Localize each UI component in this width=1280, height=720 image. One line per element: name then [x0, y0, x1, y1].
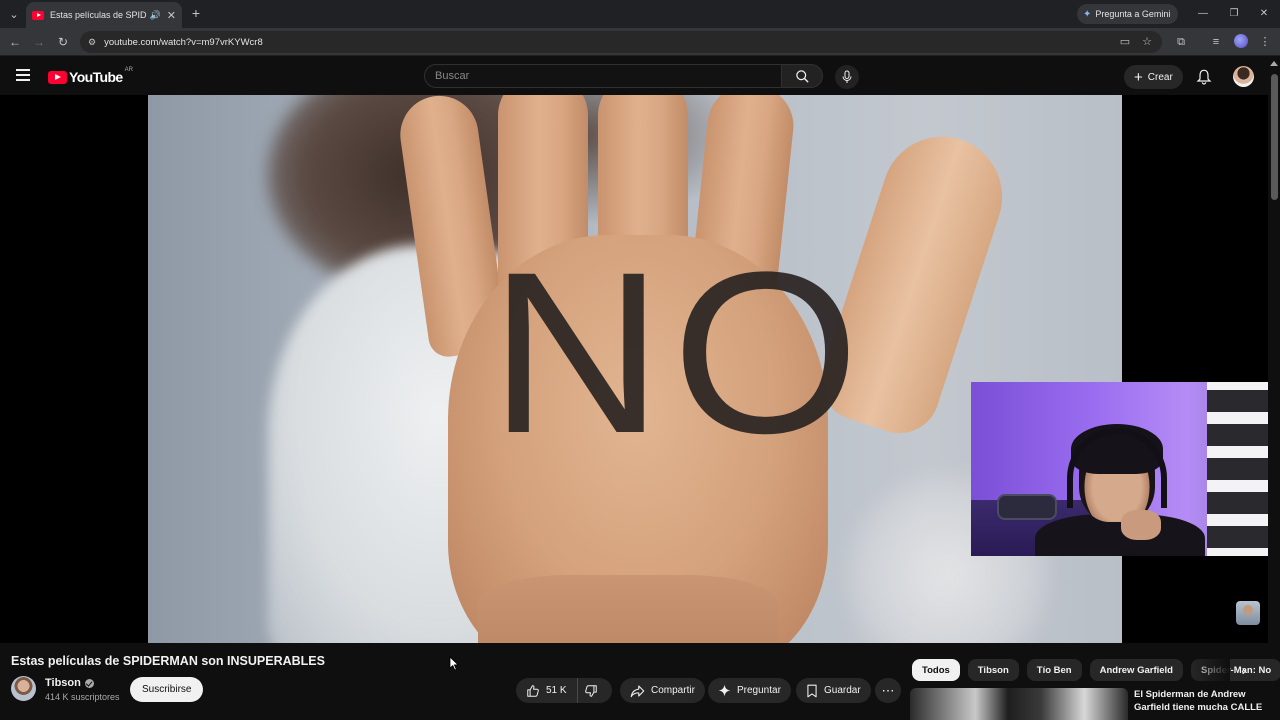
tab-title: Estas películas de SPIDERMAN son INSUPER…: [50, 10, 146, 20]
bookmark-star-icon[interactable]: ☆: [1138, 33, 1156, 51]
video-info-section: Estas películas de SPIDERMAN son INSUPER…: [0, 643, 1280, 720]
back-icon[interactable]: ←: [6, 33, 24, 51]
video-title: Estas películas de SPIDERMAN son INSUPER…: [11, 654, 325, 668]
create-button[interactable]: + Crear: [1124, 65, 1183, 89]
chip-andrew-garfield[interactable]: Andrew Garfield: [1089, 659, 1183, 681]
gemini-label: Pregunta a Gemini: [1095, 9, 1171, 19]
subscriber-count: 414 K suscriptores: [45, 692, 120, 702]
logo-wordmark: YouTube: [69, 69, 123, 85]
like-button[interactable]: 51 K: [516, 678, 578, 703]
save-button[interactable]: Guardar: [796, 678, 871, 703]
thumbs-down-icon: [584, 684, 597, 697]
microphone-icon: [842, 70, 852, 83]
verified-check-icon: [84, 678, 94, 688]
site-info-icon[interactable]: ⚙: [88, 37, 96, 48]
cast-icon[interactable]: ▭: [1116, 33, 1134, 51]
browser-toolbar: ← → ↻ ⚙ youtube.com/watch?v=m97vrKYWcr8 …: [0, 28, 1280, 56]
subscribe-button[interactable]: Suscribirse: [130, 677, 204, 702]
recommended-video-thumbnail[interactable]: [910, 688, 1128, 720]
youtube-play-icon: [48, 70, 67, 84]
video-no-text: NO: [488, 224, 869, 481]
like-dislike-group: 51 K: [516, 678, 612, 703]
channel-avatar[interactable]: [11, 676, 36, 701]
youtube-header: YouTube AR + Crear: [0, 57, 1280, 95]
video-wrist: [478, 575, 778, 643]
extensions-icon[interactable]: ⧉: [1172, 33, 1190, 51]
mouse-cursor-icon: [449, 656, 459, 671]
tab-audio-icon[interactable]: 🔊: [150, 10, 161, 21]
reading-list-icon[interactable]: ≡: [1207, 33, 1225, 51]
channel-name: Tibson: [45, 677, 81, 689]
chip-tibson[interactable]: Tibson: [967, 659, 1019, 681]
save-label: Guardar: [824, 685, 861, 696]
url-text: youtube.com/watch?v=m97vrKYWcr8: [104, 36, 263, 48]
share-button[interactable]: Compartir: [620, 678, 705, 703]
thumbs-up-icon: [527, 684, 539, 697]
chips-fade: [1190, 655, 1230, 685]
sparkle-icon: [718, 684, 731, 697]
create-label: Crear: [1147, 71, 1173, 83]
browser-tab-strip: ⌄ Estas películas de SPIDERMAN son INSUP…: [0, 0, 1280, 28]
restore-icon[interactable]: ❐: [1226, 6, 1242, 22]
user-avatar[interactable]: [1233, 66, 1254, 87]
search-button[interactable]: [781, 64, 823, 88]
voice-search-button[interactable]: [835, 65, 859, 89]
search-icon: [795, 69, 809, 83]
youtube-logo[interactable]: YouTube AR: [48, 67, 133, 85]
scroll-up-arrow-icon[interactable]: [1270, 61, 1278, 66]
channel-name-link[interactable]: Tibson: [45, 677, 94, 689]
new-tab-icon[interactable]: +: [188, 5, 204, 21]
webcam-shelf: [1207, 382, 1268, 556]
streamer-webcam-overlay: [971, 382, 1268, 556]
browser-profile-avatar[interactable]: [1234, 34, 1248, 48]
forward-icon[interactable]: →: [30, 33, 48, 51]
video-player[interactable]: NO: [0, 95, 1268, 643]
window-close-icon[interactable]: ✕: [1256, 6, 1272, 22]
gemini-button[interactable]: ✦ Pregunta a Gemini: [1077, 4, 1179, 24]
reload-icon[interactable]: ↻: [54, 33, 72, 51]
bookmark-icon: [807, 684, 817, 697]
webcam-pillow: [997, 494, 1057, 520]
notifications-bell-icon[interactable]: [1196, 68, 1212, 86]
address-bar[interactable]: ⚙ youtube.com/watch?v=m97vrKYWcr8: [80, 31, 1162, 53]
share-label: Compartir: [651, 685, 695, 696]
channel-watermark[interactable]: [1236, 601, 1260, 625]
browser-tab-active[interactable]: Estas películas de SPIDERMAN son INSUPER…: [26, 2, 182, 28]
scrollbar-thumb[interactable]: [1271, 74, 1278, 200]
ask-button[interactable]: Preguntar: [708, 678, 791, 703]
share-arrow-icon: [630, 684, 645, 697]
video-frame[interactable]: NO: [148, 95, 1122, 643]
hamburger-menu-icon[interactable]: [16, 69, 30, 81]
like-count: 51 K: [546, 685, 567, 696]
youtube-favicon-icon: [32, 10, 44, 20]
chevron-right-icon[interactable]: ›: [1234, 660, 1254, 680]
chip-todos[interactable]: Todos: [912, 659, 960, 681]
chip-tio-ben[interactable]: Tío Ben: [1026, 659, 1082, 681]
country-code: AR: [124, 67, 133, 73]
tab-search-chevron-icon[interactable]: ⌄: [4, 4, 24, 24]
tab-close-icon[interactable]: ✕: [167, 9, 176, 22]
dislike-button[interactable]: [578, 678, 610, 703]
plus-icon: +: [1134, 68, 1143, 86]
webcam-person-hand: [1121, 510, 1161, 540]
more-actions-icon[interactable]: ⋯: [875, 678, 901, 703]
ask-label: Preguntar: [737, 685, 781, 696]
browser-menu-icon[interactable]: ⋮: [1256, 33, 1274, 51]
gemini-spark-icon: ✦: [1083, 8, 1092, 20]
minimize-icon[interactable]: —: [1195, 6, 1211, 22]
search-box[interactable]: [424, 64, 782, 88]
search-input[interactable]: [435, 70, 781, 82]
recommended-video-title[interactable]: El Spiderman de Andrew Garfield tiene mu…: [1134, 688, 1264, 714]
